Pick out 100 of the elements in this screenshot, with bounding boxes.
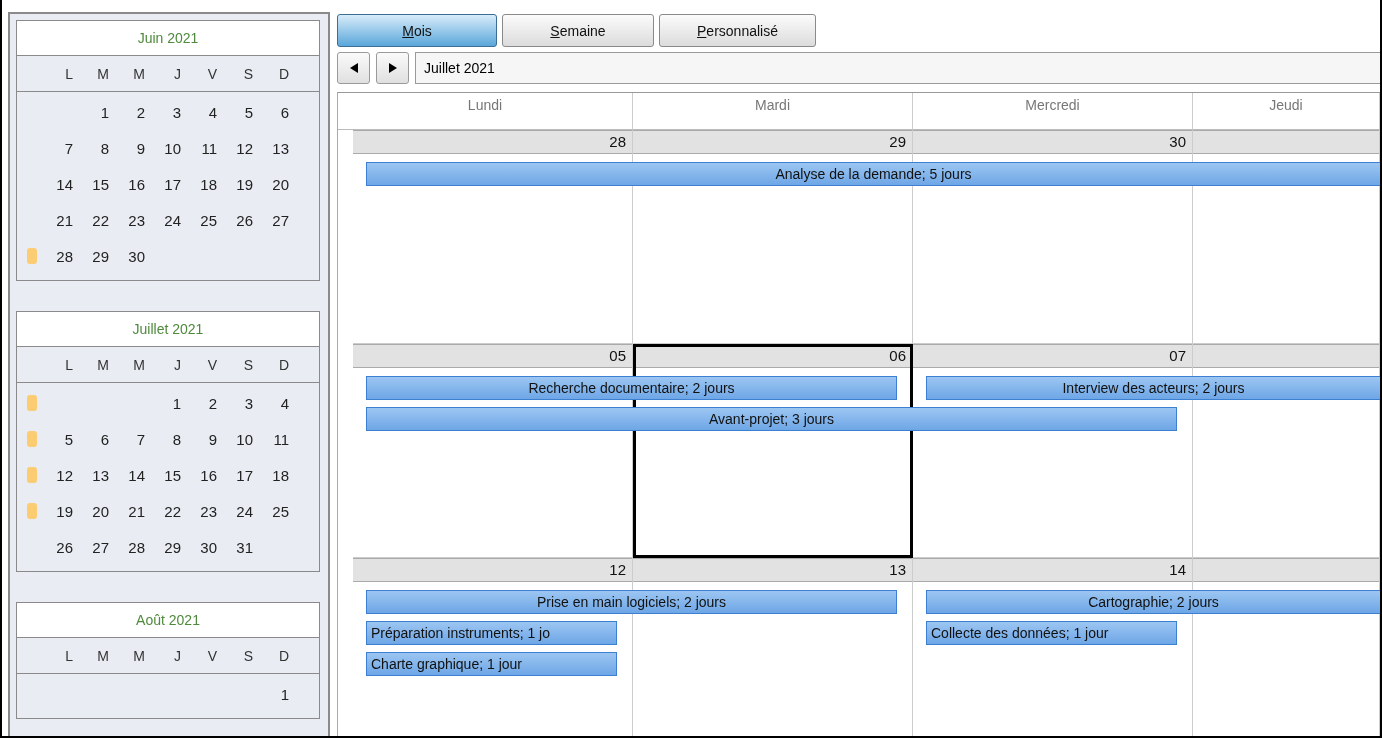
month-title: Juillet 2021 (17, 312, 319, 347)
day-number[interactable]: 14 (37, 175, 73, 193)
event-bar[interactable]: Préparation instruments; 1 jo (366, 621, 617, 645)
day-number[interactable]: 21 (37, 211, 73, 229)
weekday-label: L (64, 647, 73, 664)
day-number[interactable]: 8 (73, 139, 109, 157)
event-bar[interactable]: Analyse de la demande; 5 jours (366, 162, 1380, 186)
day-number[interactable]: 24 (217, 502, 253, 520)
event-bar[interactable]: Interview des acteurs; 2 jours (926, 376, 1380, 400)
weekday-label: S (242, 65, 253, 82)
date-number: 28 (609, 133, 626, 150)
day-number[interactable]: 16 (109, 175, 145, 193)
day-number[interactable]: 6 (253, 103, 289, 121)
day-number[interactable]: 29 (145, 538, 181, 556)
day-number[interactable]: 29 (73, 247, 109, 265)
event-bar[interactable]: Avant-projet; 3 jours (366, 407, 1177, 431)
day-number[interactable]: 17 (217, 466, 253, 484)
weekday-label: J (173, 356, 181, 373)
weekday-label: D (277, 65, 289, 82)
day-number[interactable]: 13 (73, 466, 109, 484)
day-number[interactable]: 27 (253, 211, 289, 229)
day-number[interactable]: 10 (217, 430, 253, 448)
day-number[interactable]: 4 (253, 394, 289, 412)
day-number[interactable]: 14 (109, 466, 145, 484)
event-bar[interactable]: Cartographie; 2 jours (926, 590, 1380, 614)
day-number[interactable]: 30 (109, 247, 145, 265)
day-number[interactable]: 8 (145, 430, 181, 448)
day-number[interactable]: 11 (181, 139, 217, 157)
weekday-header: Lundi (338, 93, 633, 129)
day-number[interactable]: 1 (73, 103, 109, 121)
day-number[interactable]: 28 (109, 538, 145, 556)
date-number: 14 (1169, 561, 1186, 578)
day-number[interactable]: 23 (181, 502, 217, 520)
day-number[interactable]: 7 (109, 430, 145, 448)
date-number: 07 (1169, 347, 1186, 364)
day-number[interactable]: 22 (73, 211, 109, 229)
weekday-label: M (96, 65, 109, 82)
day-number[interactable]: 27 (73, 538, 109, 556)
day-number[interactable]: 5 (37, 430, 73, 448)
date-number: 12 (609, 561, 626, 578)
day-number[interactable]: 31 (217, 538, 253, 556)
event-bar[interactable]: Recherche documentaire; 2 jours (366, 376, 897, 400)
day-number[interactable]: 21 (109, 502, 145, 520)
day-number[interactable]: 3 (145, 103, 181, 121)
day-number[interactable]: 17 (145, 175, 181, 193)
day-number[interactable]: 24 (145, 211, 181, 229)
day-number[interactable]: 12 (217, 139, 253, 157)
event-bar[interactable]: Collecte des données; 1 jour (926, 621, 1177, 645)
day-number[interactable]: 12 (37, 466, 73, 484)
date-number: 29 (889, 133, 906, 150)
day-number[interactable]: 11 (253, 430, 289, 448)
right-triangle-icon (387, 63, 398, 73)
day-number[interactable]: 16 (181, 466, 217, 484)
view-tab[interactable]: Personnalisé (659, 14, 816, 47)
day-number[interactable]: 7 (37, 139, 73, 157)
day-number[interactable]: 18 (253, 466, 289, 484)
month-title: Août 2021 (17, 603, 319, 638)
day-number[interactable]: 25 (253, 502, 289, 520)
day-number[interactable]: 13 (253, 139, 289, 157)
event-bar[interactable]: Charte graphique; 1 jour (366, 652, 617, 676)
period-field: Juillet 2021 (415, 52, 1380, 84)
day-number[interactable]: 20 (253, 175, 289, 193)
weekday-label: M (132, 647, 145, 664)
day-number[interactable]: 1 (145, 394, 181, 412)
day-number[interactable]: 2 (109, 103, 145, 121)
day-number[interactable]: 30 (181, 538, 217, 556)
day-number[interactable]: 9 (181, 430, 217, 448)
view-tab[interactable]: Semaine (502, 14, 654, 47)
day-number[interactable]: 23 (109, 211, 145, 229)
weekday-label: L (64, 65, 73, 82)
date-number: 30 (1169, 133, 1186, 150)
day-number[interactable]: 15 (73, 175, 109, 193)
date-number: 05 (609, 347, 626, 364)
day-number[interactable]: 9 (109, 139, 145, 157)
day-number[interactable]: 5 (217, 103, 253, 121)
day-number[interactable]: 22 (145, 502, 181, 520)
next-button[interactable] (376, 52, 409, 84)
day-number[interactable]: 18 (181, 175, 217, 193)
day-number[interactable]: 3 (217, 394, 253, 412)
day-number[interactable]: 1 (253, 685, 289, 703)
weekday-label: J (173, 647, 181, 664)
day-number[interactable]: 2 (181, 394, 217, 412)
day-number[interactable]: 19 (37, 502, 73, 520)
weekday-label: M (132, 65, 145, 82)
weekday-label: S (242, 647, 253, 664)
weekday-header: Mardi (633, 93, 913, 129)
day-number[interactable]: 28 (37, 247, 73, 265)
weekday-label: M (132, 356, 145, 373)
previous-button[interactable] (337, 52, 370, 84)
day-number[interactable]: 20 (73, 502, 109, 520)
view-tab[interactable]: Mois (337, 14, 497, 47)
day-number[interactable]: 26 (217, 211, 253, 229)
day-number[interactable]: 15 (145, 466, 181, 484)
day-number[interactable]: 19 (217, 175, 253, 193)
day-number[interactable]: 6 (73, 430, 109, 448)
day-number[interactable]: 26 (37, 538, 73, 556)
event-bar[interactable]: Prise en main logiciels; 2 jours (366, 590, 897, 614)
day-number[interactable]: 10 (145, 139, 181, 157)
day-number[interactable]: 4 (181, 103, 217, 121)
day-number[interactable]: 25 (181, 211, 217, 229)
